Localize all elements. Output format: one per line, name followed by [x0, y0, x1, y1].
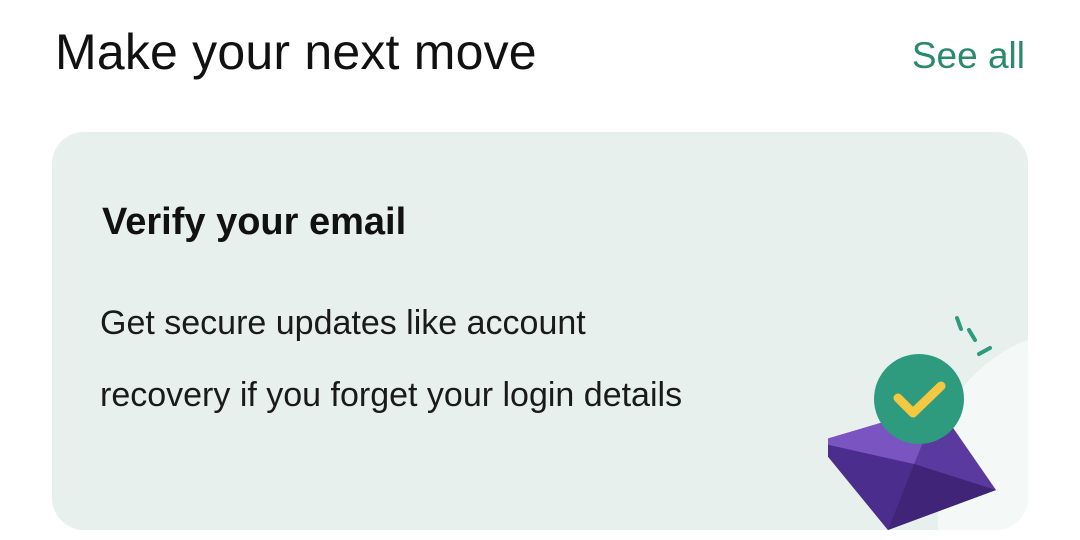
next-move-section: Make your next move See all Verify your …: [0, 0, 1080, 540]
envelope-checkmark-icon: [828, 316, 1028, 530]
card-description-line-1: Get secure updates like account: [100, 304, 586, 342]
sparkle-icon: [955, 316, 992, 356]
card-description-line-2: recovery if you forget your login detail…: [100, 376, 683, 414]
check-circle: [874, 354, 964, 444]
card-title: Verify your email: [102, 201, 407, 243]
see-all-link[interactable]: See all: [912, 32, 1025, 80]
section-title: Make your next move: [55, 24, 537, 80]
verify-email-card[interactable]: Verify your email Get secure updates lik…: [52, 132, 1028, 530]
card-description: Get secure updates like account recovery…: [100, 287, 800, 431]
